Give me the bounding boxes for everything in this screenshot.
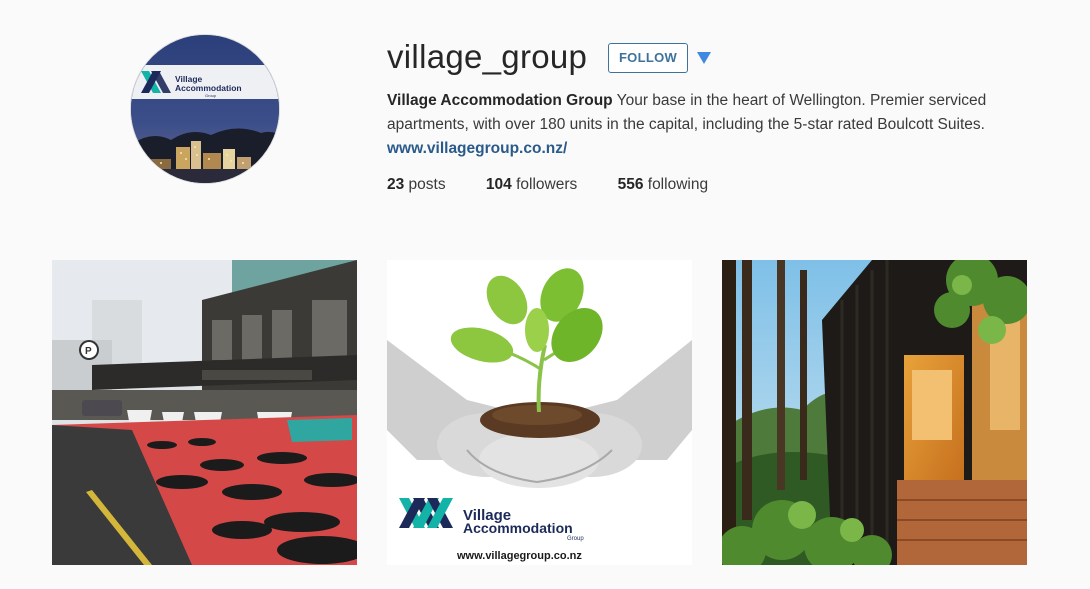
profile-bio: Village Accommodation Group Your base in…: [387, 89, 1037, 161]
following-stat[interactable]: 556 following: [618, 176, 709, 194]
profile-username: village_group: [387, 38, 588, 75]
posts-stat: 23 posts: [387, 176, 446, 194]
dropdown-caret-icon[interactable]: [697, 52, 711, 64]
profile-stats: 23 posts 104 followers 556 following: [387, 176, 744, 194]
post-logo-line2: Accommodation: [463, 520, 573, 536]
follow-button[interactable]: FOLLOW: [608, 43, 688, 73]
post-thumbnail-1[interactable]: P: [52, 260, 357, 565]
cabin-photo-image: [722, 260, 1027, 565]
posts-label: posts: [404, 176, 446, 193]
svg-text:P: P: [85, 346, 92, 357]
post-url-text: www.villagegroup.co.nz: [456, 550, 582, 562]
svg-text:Group: Group: [205, 93, 217, 98]
bio-full-name: Village Accommodation Group: [387, 92, 613, 109]
profile-avatar[interactable]: Village Accommodation Group: [130, 34, 280, 184]
following-label: following: [643, 176, 709, 193]
bar-sign: [202, 370, 312, 380]
street-photo-image: P: [52, 260, 357, 565]
followers-stat[interactable]: 104 followers: [486, 176, 577, 194]
seedling-logo-image: Village Accommodation Group www.villageg…: [387, 260, 692, 565]
followers-label: followers: [511, 176, 578, 193]
bio-website-link[interactable]: www.villagegroup.co.nz/: [387, 140, 567, 157]
followers-count: 104: [485, 176, 512, 193]
following-count: 556: [617, 176, 644, 193]
avatar-image: Village Accommodation Group: [131, 35, 279, 183]
post-thumbnail-3[interactable]: [722, 260, 1027, 565]
svg-text:Accommodation: Accommodation: [175, 83, 242, 93]
posts-count: 23: [387, 176, 405, 193]
post-thumbnail-2[interactable]: Village Accommodation Group www.villageg…: [387, 260, 692, 565]
post-logo-line3: Group: [567, 536, 584, 542]
